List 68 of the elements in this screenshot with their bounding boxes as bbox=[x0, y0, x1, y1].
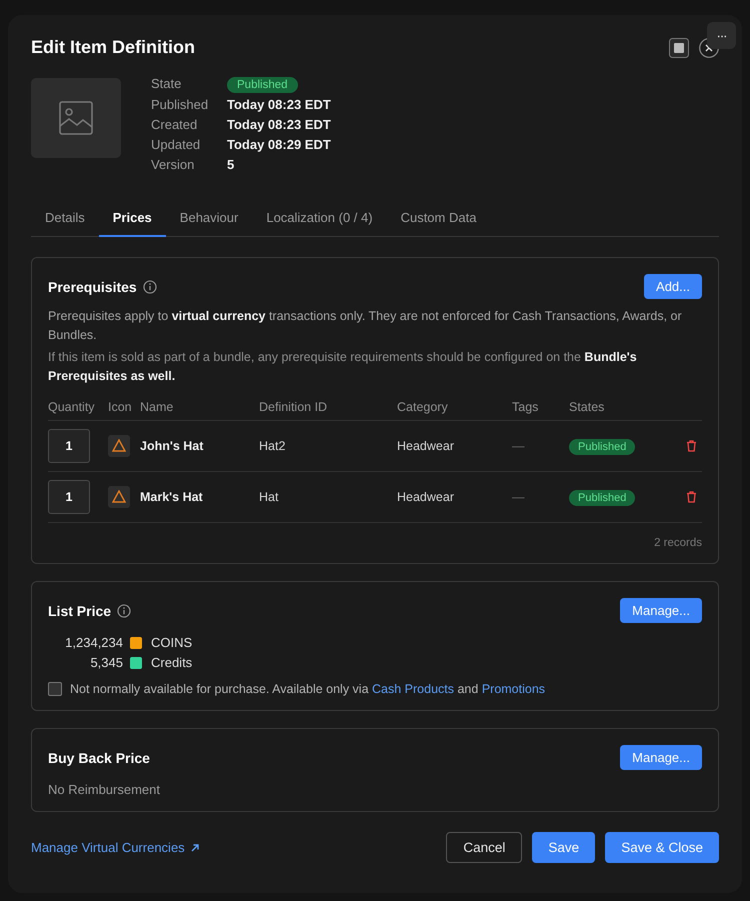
column-header: Name bbox=[140, 400, 174, 414]
meta-label: State bbox=[151, 76, 182, 93]
currency-name: COINS bbox=[151, 635, 194, 650]
section-title: List Price bbox=[48, 602, 112, 618]
column-header: Tags bbox=[512, 400, 540, 414]
tab[interactable]: Custom Data bbox=[386, 201, 490, 237]
table-cell-text: Hat bbox=[259, 490, 280, 504]
trash-icon[interactable] bbox=[686, 491, 697, 503]
save-button[interactable]: Save & Close bbox=[605, 832, 719, 863]
section-title: Prerequisites bbox=[48, 278, 137, 294]
add-button[interactable]: Add... bbox=[644, 274, 702, 299]
column-header: States bbox=[569, 400, 606, 414]
currency-name: Credits bbox=[151, 655, 194, 670]
record-count: 2 records bbox=[654, 537, 702, 549]
cancel-button[interactable]: Cancel bbox=[446, 832, 522, 863]
tab[interactable]: Behaviour bbox=[166, 201, 252, 237]
column-header: Quantity bbox=[48, 400, 96, 414]
description-text: Prerequisites apply to virtual currency transactions only. They are not enforced for Cash Transactions, Awards, or Bundles. bbox=[48, 308, 683, 344]
cash-products-link[interactable]: Cash Products bbox=[372, 682, 454, 696]
meta-label: Updated bbox=[151, 137, 202, 153]
price-amount: 5,345 bbox=[89, 655, 123, 670]
meta-value: Today 08:23 EDT bbox=[227, 117, 331, 133]
promotions-link[interactable]: Promotions bbox=[482, 682, 546, 696]
save-button[interactable]: Save bbox=[532, 832, 596, 863]
info-icon[interactable] bbox=[117, 604, 132, 618]
buy-back-value: No Reimbursement bbox=[48, 782, 160, 797]
section-title: Buy Back Price bbox=[48, 750, 150, 766]
more-button[interactable]: ··· bbox=[707, 22, 736, 49]
meta-value: 5 bbox=[227, 157, 236, 173]
quantity-field[interactable]: 1 bbox=[48, 480, 90, 514]
meta-value: Today 08:23 EDT bbox=[227, 97, 331, 113]
triangle-icon bbox=[112, 490, 126, 504]
trash-icon[interactable] bbox=[686, 440, 697, 452]
meta-label: Published bbox=[151, 97, 210, 113]
info-icon[interactable] bbox=[142, 280, 157, 294]
meta-value: Today 08:29 EDT bbox=[227, 137, 331, 153]
manage-currencies-link[interactable]: Manage Virtual Currencies bbox=[31, 840, 200, 855]
tab[interactable]: Details bbox=[31, 201, 99, 237]
stop-icon[interactable] bbox=[669, 38, 689, 58]
status-badge: Published bbox=[569, 439, 636, 455]
price-amount: 1,234,234 bbox=[64, 635, 123, 650]
table-cell-text: Headwear bbox=[397, 439, 455, 453]
table-cell-text: — bbox=[512, 439, 526, 453]
status-badge: Published bbox=[227, 77, 298, 93]
external-arrow-icon bbox=[190, 842, 200, 852]
tab[interactable]: Localization (0 / 4) bbox=[252, 201, 387, 237]
image-icon bbox=[59, 101, 93, 135]
status-badge: Published bbox=[569, 490, 636, 506]
quantity-field[interactable]: 1 bbox=[48, 429, 90, 463]
table-cell-text: Hat2 bbox=[259, 439, 286, 453]
close-icon[interactable] bbox=[699, 38, 719, 58]
manage-button[interactable]: Manage... bbox=[620, 745, 702, 770]
column-header: Category bbox=[397, 400, 449, 414]
dialog-title: Edit Item Definition bbox=[31, 37, 195, 58]
manage-button[interactable]: Manage... bbox=[620, 598, 702, 623]
triangle-icon bbox=[112, 439, 126, 452]
description-text: If this item is sold as part of a bundle, any prerequisite requirements should be configured on the Bundle's Prerequisites as well. bbox=[48, 349, 638, 385]
checkbox[interactable] bbox=[48, 682, 62, 696]
column-header: Icon bbox=[108, 400, 133, 414]
table-cell-text: Headwear bbox=[397, 490, 455, 504]
table-cell-text: Mark's Hat bbox=[140, 490, 204, 504]
table-cell-text: John's Hat bbox=[140, 439, 204, 453]
checkbox-label: Not normally available for purchase. Available only via Cash Products and Promotions bbox=[70, 682, 546, 696]
meta-label: Version bbox=[151, 157, 196, 173]
table-cell-text: — bbox=[512, 490, 526, 504]
column-header: Definition ID bbox=[259, 400, 328, 414]
meta-label: Created bbox=[151, 117, 198, 133]
tab[interactable]: Prices bbox=[98, 201, 166, 237]
